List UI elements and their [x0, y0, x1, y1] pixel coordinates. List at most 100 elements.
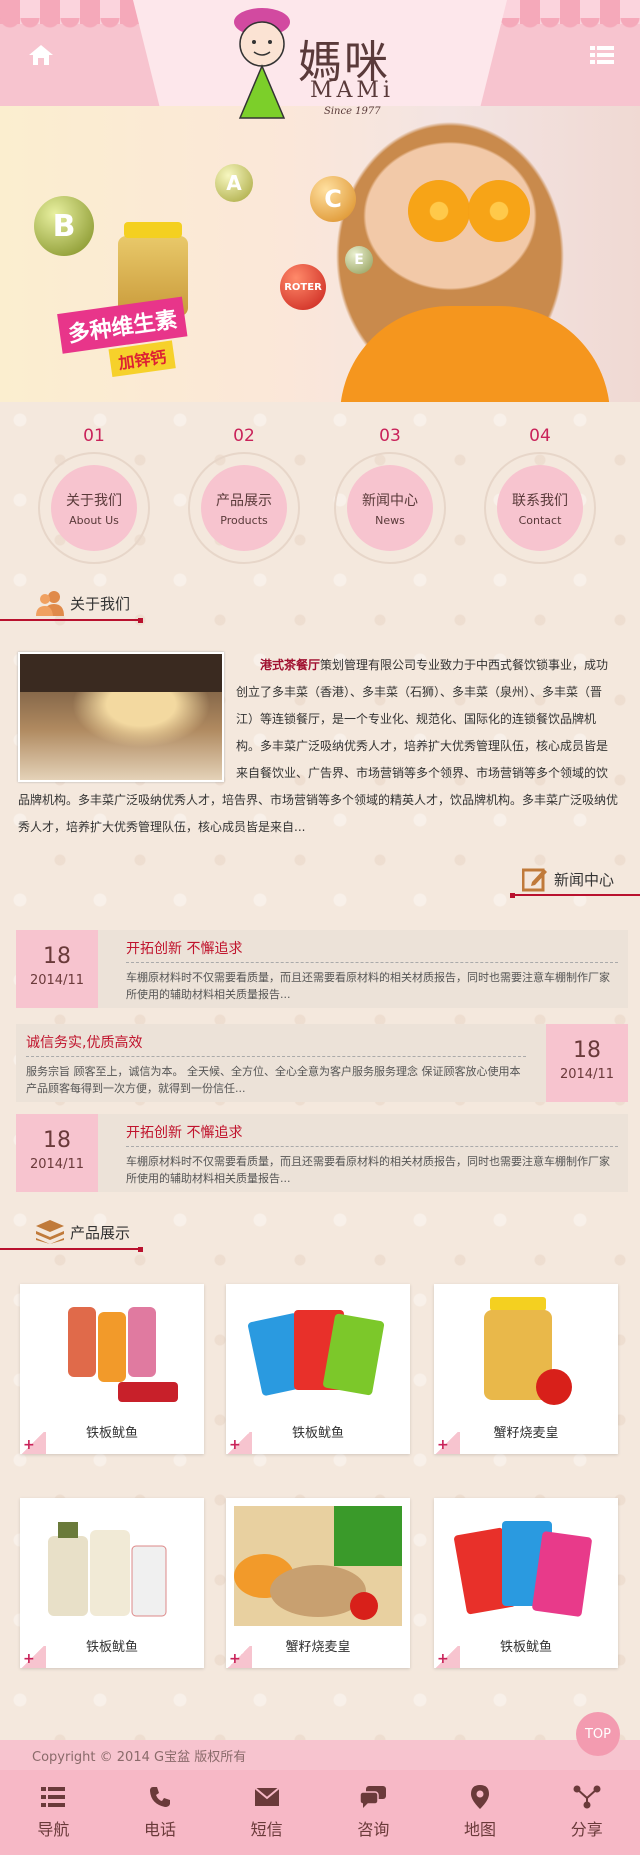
plus-icon[interactable]: + — [229, 1437, 241, 1453]
quick-nav-about[interactable]: 01 关于我们 About Us — [30, 426, 158, 564]
bottom-nav-label: 导航 — [37, 1820, 70, 1839]
product-card[interactable]: 铁板鱿鱼 + — [20, 1498, 204, 1668]
plus-icon[interactable]: + — [23, 1651, 35, 1667]
news-body: 开拓创新 不懈追求 车棚原材料时不仅需要看质量，而且还需要看原材料的相关材质报告… — [126, 938, 618, 1003]
quick-nav-label-cn: 关于我们 — [66, 492, 122, 509]
mascot-icon — [234, 8, 290, 119]
news-desc: 车棚原材料时不仅需要看质量，而且还需要看原材料的相关材质报告，同时也需要注意车棚… — [126, 1155, 610, 1185]
plus-icon[interactable]: + — [437, 1651, 449, 1667]
news-body: 开拓创新 不懈追求 车棚原材料时不仅需要看质量，而且还需要看原材料的相关材质报告… — [126, 1122, 618, 1187]
news-section-title[interactable]: 新闻中心 — [522, 866, 614, 892]
home-button[interactable] — [28, 44, 54, 66]
bottom-nav-share[interactable]: 分享 — [533, 1770, 640, 1855]
share-icon — [573, 1785, 601, 1809]
chat-icon — [360, 1786, 387, 1808]
news-month: 2014/11 — [29, 973, 84, 988]
quick-nav-number: 04 — [529, 426, 551, 446]
quick-nav-products[interactable]: 02 产品展示 Products — [180, 426, 308, 564]
section-title-text: 新闻中心 — [554, 870, 615, 889]
list-icon — [41, 1787, 66, 1807]
bottom-nav-phone[interactable]: 电话 — [107, 1770, 214, 1855]
back-to-top-button[interactable]: TOP — [576, 1712, 620, 1756]
logo[interactable]: 媽咪 MAMi Since 1977 — [228, 8, 418, 120]
quick-nav-ring: 新闻中心 News — [334, 452, 446, 564]
product-name: 铁板鱿鱼 — [85, 1426, 138, 1441]
quick-nav: 01 关于我们 About Us 02 产品展示 Products 03 新闻中… — [0, 426, 640, 564]
about-brand-link[interactable]: 港式茶餐厅 — [260, 658, 320, 672]
news-day: 18 — [573, 1038, 601, 1063]
title-underline-dot — [138, 618, 143, 623]
quick-nav-ring: 联系我们 Contact — [484, 452, 596, 564]
plus-icon[interactable]: + — [437, 1437, 449, 1453]
plus-icon[interactable]: + — [229, 1651, 241, 1667]
quick-nav-label-cn: 联系我们 — [512, 492, 568, 509]
vitamin-c-ball: C — [310, 176, 356, 222]
news-item[interactable]: 18 2014/11 开拓创新 不懈追求 车棚原材料时不仅需要看质量，而且还需要… — [16, 930, 628, 1008]
menu-icon — [590, 46, 614, 64]
promo-sub-text: 加锌钙 — [108, 340, 176, 378]
quick-nav-news[interactable]: 03 新闻中心 News — [326, 426, 454, 564]
home-icon — [29, 45, 53, 65]
quick-nav-contact[interactable]: 04 联系我们 Contact — [476, 426, 604, 564]
product-image — [28, 1506, 196, 1626]
copyright: Copyright © 2014 G宝盆 版权所有 — [0, 1740, 640, 1770]
product-card[interactable]: 蟹籽烧麦皇 + — [226, 1498, 410, 1668]
menu-button[interactable] — [590, 46, 614, 64]
about-section-title[interactable]: 关于我们 — [36, 590, 130, 616]
map-pin-icon — [471, 1785, 490, 1809]
hero-banner[interactable]: B A C E ROTER 多种维生素 加锌钙 — [0, 106, 640, 402]
about-title-underline — [0, 619, 138, 621]
product-image — [28, 1292, 196, 1412]
bottom-nav-map[interactable]: 地图 — [427, 1770, 534, 1855]
product-image — [442, 1292, 610, 1412]
news-title[interactable]: 开拓创新 不懈追求 — [126, 1122, 618, 1147]
vitamin-b-ball: B — [34, 196, 94, 256]
logo-since: Since 1977 — [324, 106, 381, 117]
news-item[interactable]: 18 2014/11 开拓创新 不懈追求 车棚原材料时不仅需要看质量，而且还需要… — [16, 1114, 628, 1192]
product-name: 铁板鱿鱼 — [291, 1426, 344, 1441]
orange-slice-icon — [408, 180, 470, 242]
about-content: 港式茶餐厅策划管理有限公司专业致力于中西式餐饮锁事业，成功创立了多丰菜（香港）、… — [18, 652, 618, 841]
news-day: 18 — [43, 1128, 71, 1153]
bottom-nav-sms[interactable]: 短信 — [213, 1770, 320, 1855]
quick-nav-label-cn: 产品展示 — [216, 492, 272, 509]
news-desc: 服务宗旨 顾客至上，诚信为本。 全天候、全方位、全心全意为客户服务服务理念 保证… — [26, 1065, 521, 1095]
roter-badge: ROTER — [280, 264, 326, 310]
promo-label: 多种维生素 加锌钙 — [47, 293, 217, 394]
bottom-nav-label: 短信 — [250, 1820, 283, 1839]
quick-nav-label-en: Products — [220, 513, 268, 527]
bottom-nav-label: 电话 — [144, 1820, 177, 1839]
news-month: 2014/11 — [559, 1067, 614, 1082]
bottom-nav-label: 分享 — [570, 1820, 603, 1839]
section-title-text: 产品展示 — [70, 1223, 131, 1242]
quick-nav-circle: 关于我们 About Us — [51, 465, 137, 551]
product-card[interactable]: 铁板鱿鱼 + — [20, 1284, 204, 1454]
products-section-title[interactable]: 产品展示 — [36, 1220, 130, 1244]
news-date: 18 2014/11 — [16, 1114, 98, 1192]
plus-icon[interactable]: + — [23, 1437, 35, 1453]
news-title[interactable]: 开拓创新 不懈追求 — [126, 938, 618, 963]
title-underline-dot — [138, 1247, 143, 1252]
vitamin-e-ball: E — [345, 246, 373, 274]
product-card[interactable]: 铁板鱿鱼 + — [434, 1498, 618, 1668]
product-card[interactable]: 铁板鱿鱼 + — [226, 1284, 410, 1454]
product-card[interactable]: 蟹籽烧麦皇 + — [434, 1284, 618, 1454]
bottom-nav-label: 咨询 — [357, 1820, 390, 1839]
product-name: 蟹籽烧麦皇 — [285, 1640, 351, 1655]
quick-nav-label-cn: 新闻中心 — [362, 492, 418, 509]
bottom-nav-navigation[interactable]: 导航 — [0, 1770, 107, 1855]
section-title-text: 关于我们 — [70, 594, 131, 613]
quick-nav-ring: 关于我们 About Us — [38, 452, 150, 564]
product-name: 蟹籽烧麦皇 — [493, 1426, 559, 1441]
bottom-nav-consult[interactable]: 咨询 — [320, 1770, 427, 1855]
news-title[interactable]: 诚信务实,优质高效 — [26, 1032, 526, 1057]
news-desc: 车棚原材料时不仅需要看质量，而且还需要看原材料的相关材质报告，同时也需要注意车棚… — [126, 971, 610, 1001]
news-title-underline — [514, 894, 640, 896]
restaurant-image — [18, 652, 224, 782]
news-date: 18 2014/11 — [16, 930, 98, 1008]
product-image — [234, 1506, 402, 1626]
product-image — [234, 1292, 402, 1412]
news-item[interactable]: 诚信务实,优质高效 服务宗旨 顾客至上，诚信为本。 全天候、全方位、全心全意为客… — [16, 1024, 628, 1102]
product-name: 铁板鱿鱼 — [85, 1640, 138, 1655]
quick-nav-number: 03 — [379, 426, 401, 446]
